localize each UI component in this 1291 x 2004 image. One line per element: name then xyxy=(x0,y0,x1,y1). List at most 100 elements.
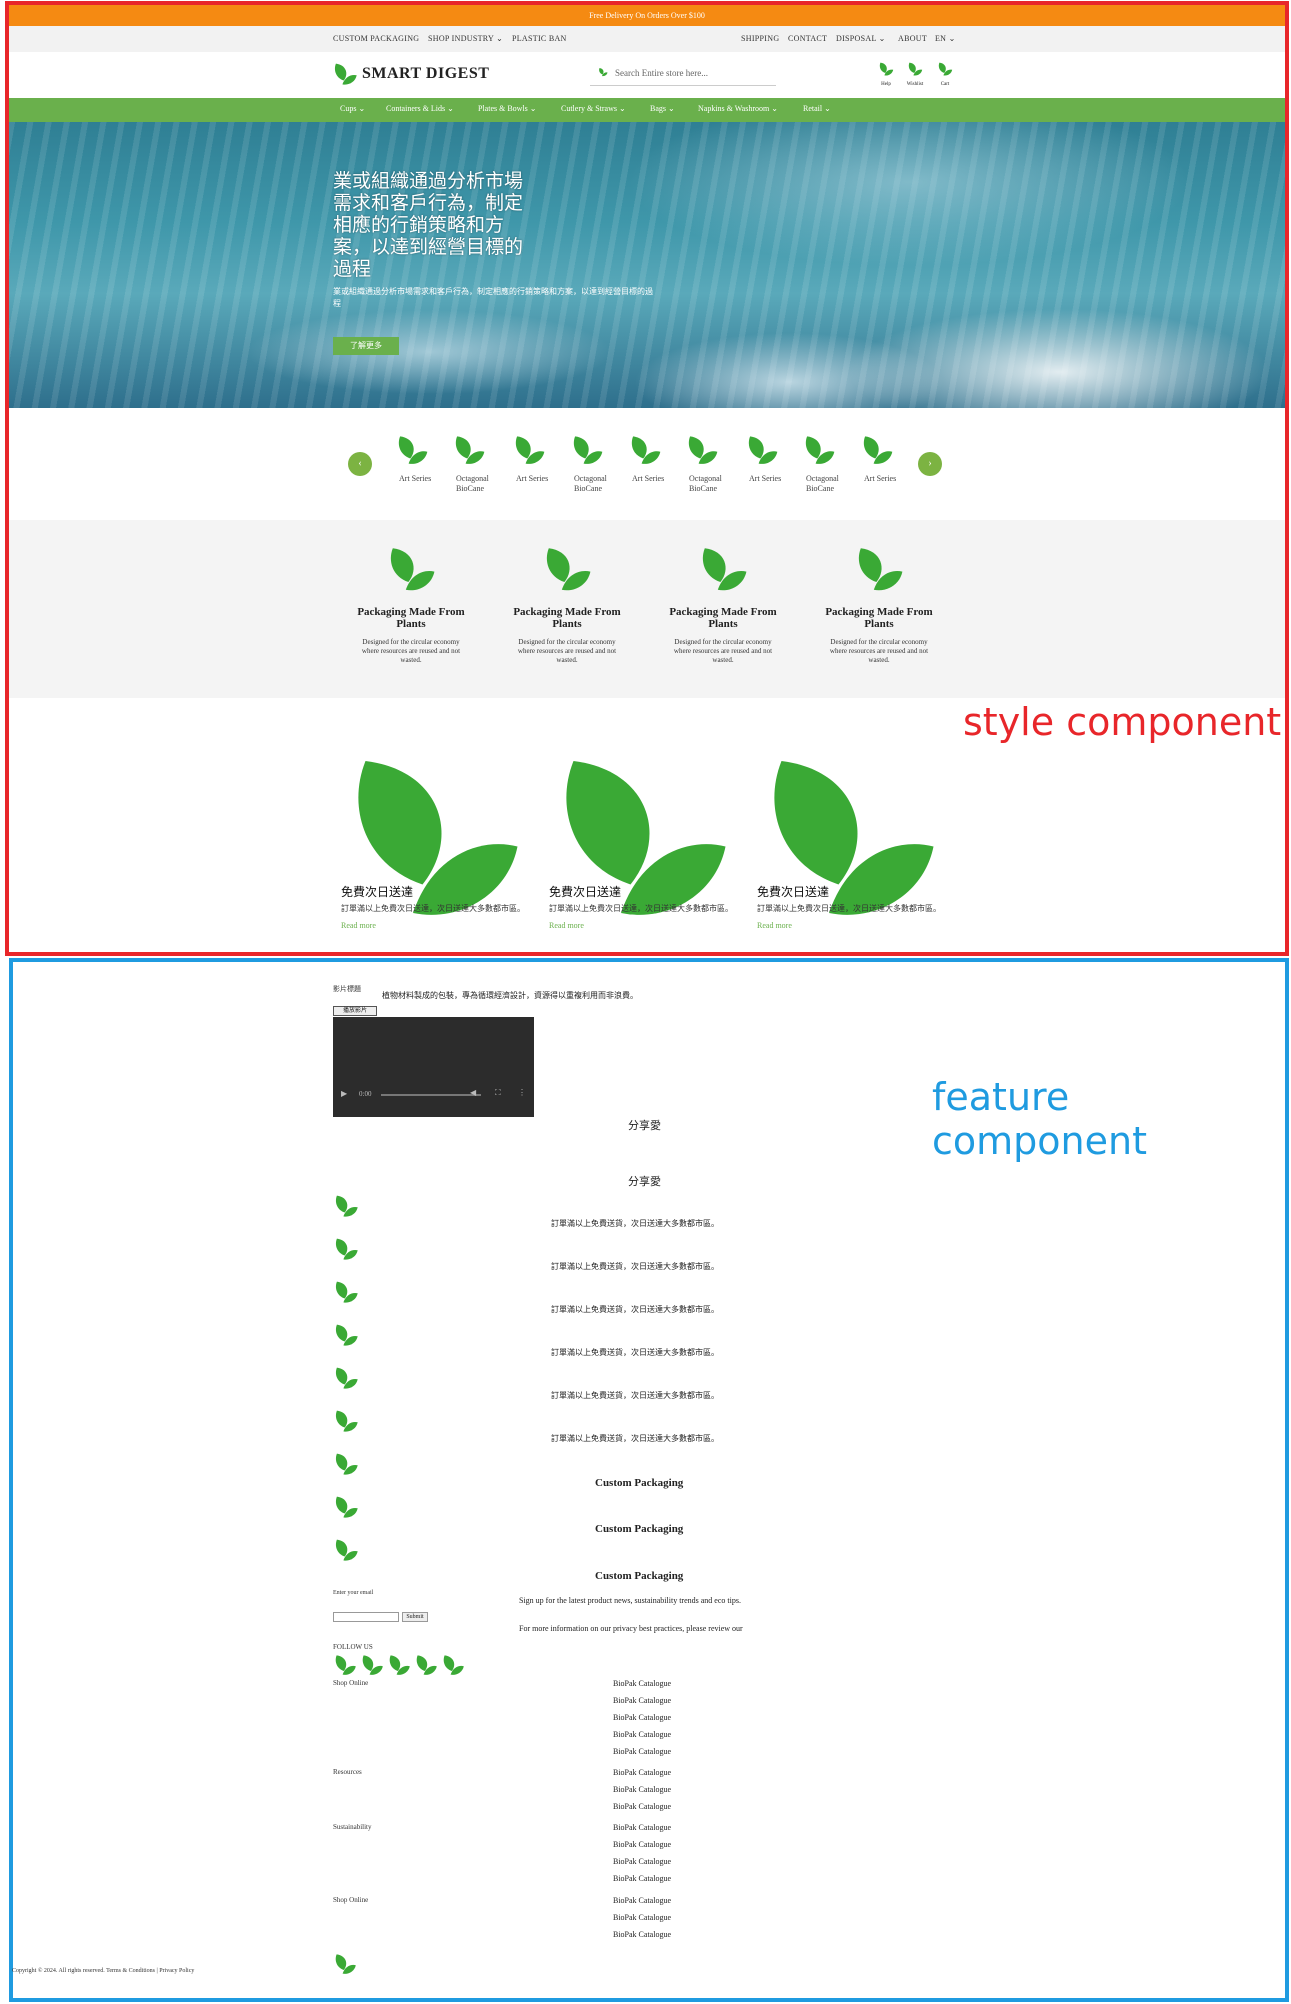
carousel-item-label: Octagonal BioCane xyxy=(689,474,722,493)
header-help-label: Help xyxy=(881,82,891,87)
footer-link[interactable]: BioPak Catalogue xyxy=(613,1768,671,1777)
carousel-item[interactable] xyxy=(802,433,848,472)
footer-link[interactable]: BioPak Catalogue xyxy=(613,1930,671,1939)
promo-read-more-link[interactable]: Read more xyxy=(757,921,792,930)
promo-read-more-link[interactable]: Read more xyxy=(549,921,584,930)
logo-text[interactable]: SMART DIGEST xyxy=(362,65,489,83)
product-leaf-icon xyxy=(455,436,485,464)
custom-packaging-heading-1: Custom Packaging xyxy=(595,1477,684,1489)
util-link-plastic-ban[interactable]: PLASTIC BAN xyxy=(512,34,567,43)
nav-item-containers[interactable]: Containers & Lids ⌄ xyxy=(386,104,454,113)
nav-item-retail[interactable]: Retail ⌄ xyxy=(803,104,831,113)
footer-link[interactable]: BioPak Catalogue xyxy=(613,1840,671,1849)
promo-read-more-link[interactable]: Read more xyxy=(341,921,376,930)
carousel-item[interactable] xyxy=(745,433,791,472)
list-leaf-icon xyxy=(335,1496,358,1518)
util-link-contact[interactable]: CONTACT xyxy=(788,34,827,43)
volume-icon[interactable]: ◀ xyxy=(470,1088,476,1097)
footer-link[interactable]: BioPak Catalogue xyxy=(613,1802,671,1811)
footer-group-label: Shop Online xyxy=(333,1896,369,1904)
footer-link[interactable]: BioPak Catalogue xyxy=(613,1823,671,1832)
footer-link[interactable]: BioPak Catalogue xyxy=(613,1679,671,1688)
footer-link[interactable]: BioPak Catalogue xyxy=(613,1747,671,1756)
hero-cta-button[interactable]: 了解更多 xyxy=(333,337,399,355)
footer-link[interactable]: BioPak Catalogue xyxy=(613,1785,671,1794)
footer-link[interactable]: BioPak Catalogue xyxy=(613,1874,671,1883)
social-leaf-icon xyxy=(335,1655,356,1675)
social-link[interactable] xyxy=(387,1653,411,1682)
feature-title: Packaging Made From Plants xyxy=(669,606,777,630)
privacy-text[interactable]: For more information on our privacy best… xyxy=(519,1624,743,1633)
util-link-shipping[interactable]: SHIPPING xyxy=(741,34,779,43)
carousel-item-label: Art Series xyxy=(516,474,549,483)
carousel-item[interactable] xyxy=(512,433,558,472)
video-player[interactable]: ▶ 0:00 ◀ ⛶ ⋮ xyxy=(333,1017,534,1117)
share-heading-1: 分享愛 xyxy=(628,1119,661,1132)
product-leaf-icon xyxy=(863,436,893,464)
carousel-next-button[interactable]: › xyxy=(918,452,942,476)
carousel-item[interactable] xyxy=(860,433,906,472)
list-leaf-icon xyxy=(335,1324,358,1346)
language-select[interactable]: EN ⌄ xyxy=(935,34,956,43)
carousel-prev-button[interactable]: ‹ xyxy=(348,452,372,476)
footer-link[interactable]: BioPak Catalogue xyxy=(613,1713,671,1722)
carousel-item[interactable] xyxy=(452,433,498,472)
video-progress-bar[interactable] xyxy=(381,1094,481,1096)
social-link[interactable] xyxy=(441,1653,465,1682)
email-input[interactable] xyxy=(333,1612,399,1622)
social-link[interactable] xyxy=(414,1653,438,1682)
carousel-item[interactable] xyxy=(628,433,674,472)
header-wishlist-label: Wishlist xyxy=(906,82,924,87)
footer-link[interactable]: BioPak Catalogue xyxy=(613,1913,671,1922)
copyright-text: Copyright © 2024. All rights reserved. T… xyxy=(12,1968,195,1974)
hero-subtitle: 業或組織通過分析市場需求和客戶行為，制定相應的行銷策略和方案，以達到經營目標的過… xyxy=(333,287,653,308)
carousel-item[interactable] xyxy=(685,433,731,472)
fullscreen-icon[interactable]: ⛶ xyxy=(495,1088,501,1098)
promo-title: 免費次日送達 xyxy=(549,885,622,899)
video-play-icon[interactable]: ▶ xyxy=(341,1089,347,1098)
promo-title: 免費次日送達 xyxy=(341,885,414,899)
feature-title: Packaging Made From Plants xyxy=(825,606,933,630)
nav-item-cutlery[interactable]: Cutlery & Straws ⌄ xyxy=(561,104,626,113)
promo-desc: 訂單滿以上免費次日送達，次日送達大多數都市區。 xyxy=(549,904,733,913)
style-component-label: style component xyxy=(963,700,1282,744)
logo-leaf-icon[interactable] xyxy=(332,61,358,87)
header-wishlist-button[interactable]: Wishlist xyxy=(902,61,928,87)
product-leaf-icon xyxy=(515,436,545,464)
footer-group-label: Resources xyxy=(333,1768,362,1776)
footer-link[interactable]: BioPak Catalogue xyxy=(613,1730,671,1739)
util-link-shop-industry[interactable]: SHOP INDUSTRY ⌄ xyxy=(428,34,503,43)
carousel-item[interactable] xyxy=(395,433,441,472)
util-link-about[interactable]: ABOUT xyxy=(898,34,927,43)
util-link-disposal[interactable]: DISPOSAL ⌄ xyxy=(836,34,886,43)
list-leaf-icon xyxy=(335,1281,358,1303)
feature-desc: Designed for the circular economy where … xyxy=(829,638,929,664)
footer-link[interactable]: BioPak Catalogue xyxy=(613,1896,671,1905)
nav-item-bags[interactable]: Bags ⌄ xyxy=(650,104,675,113)
header-help-button[interactable]: Help xyxy=(876,61,896,87)
leaf-icon xyxy=(938,62,953,76)
shipping-line: 訂單滿以上免費送貨，次日送達大多數都市區。 xyxy=(551,1434,719,1443)
header-cart-button[interactable]: Cart xyxy=(935,61,955,87)
email-submit-button[interactable]: Submit xyxy=(402,1612,428,1622)
carousel-item[interactable] xyxy=(570,433,616,472)
video-play-button[interactable]: 播放影片 xyxy=(333,1006,377,1016)
carousel-item-label: Art Series xyxy=(749,474,782,483)
features-section xyxy=(9,520,1285,698)
carousel-item-label: Art Series xyxy=(399,474,432,483)
social-link[interactable] xyxy=(360,1653,384,1682)
social-link[interactable] xyxy=(333,1653,357,1682)
util-link-custom-packaging[interactable]: CUSTOM PACKAGING xyxy=(333,34,419,43)
more-options-icon[interactable]: ⋮ xyxy=(518,1088,526,1097)
carousel-item-label: Octagonal BioCane xyxy=(574,474,607,493)
nav-item-plates[interactable]: Plates & Bowls ⌄ xyxy=(478,104,536,113)
nav-item-cups[interactable]: Cups ⌄ xyxy=(340,104,365,113)
footer-link[interactable]: BioPak Catalogue xyxy=(613,1857,671,1866)
custom-packaging-heading-2: Custom Packaging xyxy=(595,1523,684,1535)
footer-link[interactable]: BioPak Catalogue xyxy=(613,1696,671,1705)
main-nav xyxy=(9,98,1285,122)
product-leaf-icon xyxy=(805,436,835,464)
promo-title: 免費次日送達 xyxy=(757,885,830,899)
feature-leaf-icon xyxy=(546,548,591,591)
nav-item-napkins[interactable]: Napkins & Washroom ⌄ xyxy=(698,104,778,113)
